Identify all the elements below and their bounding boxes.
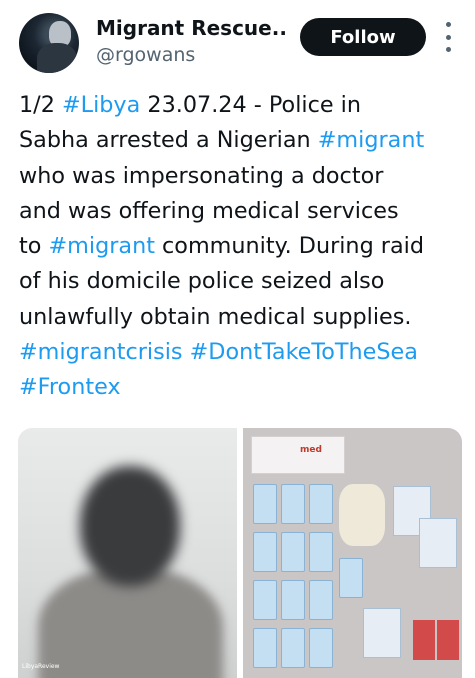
follow-button[interactable]: Follow (300, 18, 426, 56)
tweet-text-segment: to (19, 233, 49, 260)
gloves (339, 484, 385, 546)
avatar-body (37, 43, 77, 73)
tweet-line: #migrantcrisis #DontTakeToTheSea (19, 335, 464, 370)
blurred-person-head (80, 466, 180, 586)
syringe-pack (281, 628, 305, 668)
syringe-pack (281, 532, 305, 572)
medicine-box-label: med (300, 445, 322, 455)
tweet-line: and was offering medical services (19, 194, 464, 229)
tweet-text-segment: community. During raid (154, 233, 424, 260)
medical-kit (363, 608, 401, 658)
tweet-line: to #migrant community. During raid (19, 229, 464, 264)
hashtag-link[interactable]: #migrantcrisis (19, 339, 183, 365)
syringe-pack (253, 628, 277, 668)
syringe-pack (253, 580, 277, 620)
tweet-text-segment: of his domicile police seized also (19, 268, 385, 295)
medicine-box: med (251, 436, 345, 474)
syringe-pack (253, 484, 277, 524)
tweet-text-segment: 23.07.24 - Police in (140, 92, 361, 118)
tweet-line: who was impersonating a doctor (19, 159, 464, 194)
syringe-pack (339, 558, 363, 598)
hashtag-link[interactable]: #Libya (62, 92, 140, 118)
hashtag-link[interactable]: #migrant (318, 127, 424, 153)
tweet-text: 1/2 #Libya 23.07.24 - Police in Sabha arr… (19, 88, 464, 406)
tweet-line: 1/2 #Libya 23.07.24 - Police in (19, 88, 464, 123)
tweet-text-segment: Sabha arrested a Nigerian (19, 127, 318, 154)
tweet-text-segment: and was offering medical services (19, 197, 399, 224)
hashtag-link[interactable]: #Frontex (19, 374, 121, 400)
tweet-media[interactable]: LibyaReview med (18, 428, 462, 678)
red-package (413, 620, 435, 660)
tweet-line: #Frontex (19, 370, 464, 405)
more-options-icon[interactable] (441, 22, 455, 52)
tweet-line: unlawfully obtain medical supplies. (19, 300, 464, 335)
hashtag-link[interactable]: #migrant (48, 233, 154, 259)
medical-kit (419, 518, 457, 568)
syringe-pack (309, 628, 333, 668)
syringe-pack (309, 580, 333, 620)
tweet-text-segment: who was impersonating a doctor (19, 162, 384, 189)
tweet-text-segment: 1/2 (19, 92, 62, 118)
account-name[interactable]: Migrant Rescue... (96, 16, 286, 40)
tweet-line: Sabha arrested a Nigerian #migrant (19, 123, 464, 158)
syringe-pack (309, 532, 333, 572)
syringe-pack (253, 532, 277, 572)
tweet-text-segment (183, 339, 190, 365)
tweet-line: of his domicile police seized also (19, 264, 464, 299)
syringe-pack (281, 580, 305, 620)
avatar[interactable] (19, 13, 79, 73)
syringe-pack (309, 484, 333, 524)
hashtag-link[interactable]: #DontTakeToTheSea (190, 339, 418, 365)
red-package (437, 620, 459, 660)
account-handle[interactable]: @rgowans (96, 44, 195, 66)
photo-suspect[interactable]: LibyaReview (18, 428, 237, 678)
photo-medical-supplies[interactable]: med (243, 428, 462, 678)
tweet-text-segment: unlawfully obtain medical supplies. (19, 303, 412, 330)
syringe-pack (281, 484, 305, 524)
tweet-header: Migrant Rescue... @rgowans Follow (0, 0, 475, 80)
photo-watermark: LibyaReview (22, 663, 60, 670)
